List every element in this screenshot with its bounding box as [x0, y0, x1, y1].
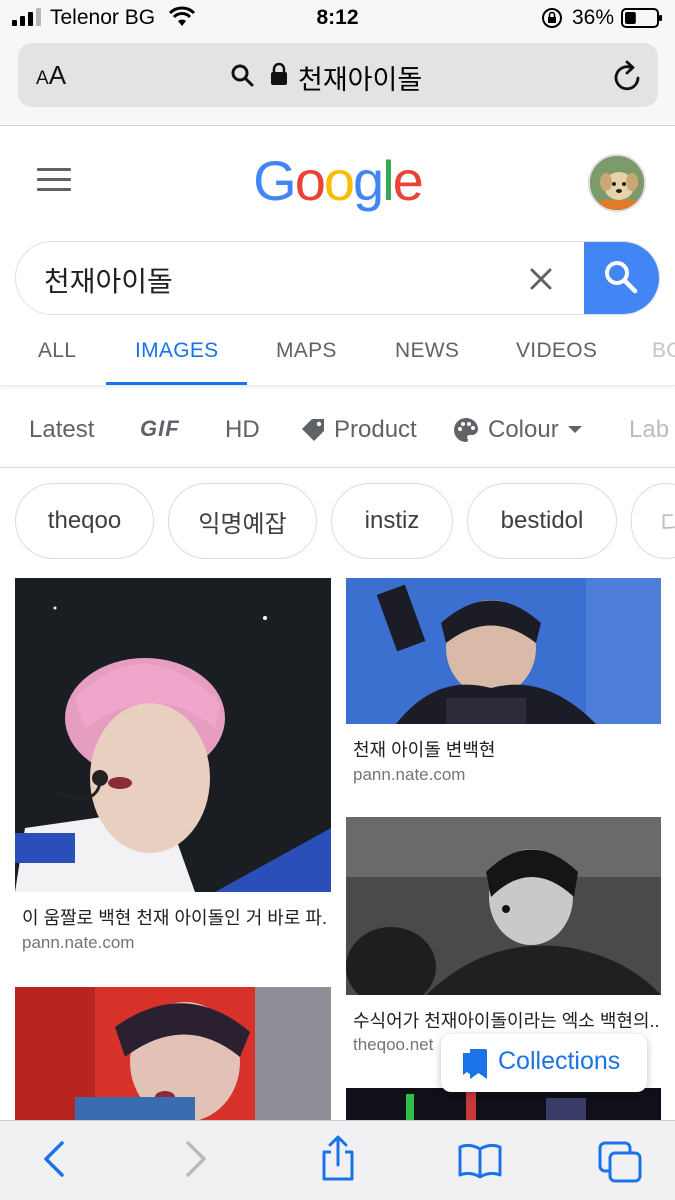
related-searches: theqoo 익명예잡 instiz bestidol 디	[0, 483, 675, 559]
image-result[interactable]: 이 움짤로 백현 천재 아이돌인 거 바로 파... pann.nate.com	[15, 578, 331, 958]
tab-images[interactable]: IMAGES	[135, 339, 218, 363]
filter-latest[interactable]: Latest	[29, 416, 94, 444]
search-icon	[231, 64, 254, 87]
address-bar[interactable]: AA 천재아이돌	[18, 43, 658, 107]
text-size-button[interactable]: AA	[36, 60, 66, 91]
bookmark-icon	[463, 1049, 487, 1079]
search-tabs: ALL IMAGES MAPS NEWS VIDEOS BO	[0, 322, 675, 386]
collections-button[interactable]: Collections	[441, 1034, 647, 1092]
result-source: theqoo.net	[353, 1035, 434, 1054]
tag-icon	[302, 419, 324, 441]
filter-bar: Latest GIF HD Product Colour Lab	[0, 396, 675, 468]
tab-all[interactable]: ALL	[38, 339, 76, 363]
tab-news[interactable]: NEWS	[395, 339, 459, 363]
palette-icon	[454, 418, 478, 442]
address-text: 천재아이돌	[298, 65, 423, 95]
result-title[interactable]: 천재 아이돌 변백현	[353, 736, 658, 762]
chevron-left-icon[interactable]	[40, 1139, 70, 1179]
browser-toolbar	[0, 1120, 675, 1200]
filter-gif[interactable]: GIF	[140, 416, 180, 442]
result-thumbnail[interactable]	[15, 578, 331, 892]
close-icon[interactable]	[526, 264, 556, 294]
filter-product[interactable]: Product	[300, 416, 417, 444]
tab-videos[interactable]: VIDEOS	[516, 339, 597, 363]
battery-percent: 36%	[572, 6, 615, 29]
result-title[interactable]: 수식어가 천재아이돌이라는 엑소 백현의...	[353, 1007, 658, 1033]
rotation-lock-icon	[542, 8, 562, 28]
tab-books[interactable]: BO	[652, 339, 675, 363]
result-source: pann.nate.com	[353, 765, 466, 784]
result-thumbnail[interactable]	[346, 578, 661, 724]
filter-hd[interactable]: HD	[225, 416, 260, 444]
related-chip[interactable]: theqoo	[15, 483, 154, 559]
logo-letter: e	[392, 149, 424, 212]
image-result[interactable]: 수식어가 천재아이돌이라는 엑소 백현의... theqoo.net	[346, 817, 661, 1057]
lock-icon	[271, 62, 287, 85]
battery-icon	[621, 8, 662, 28]
filter-labels[interactable]: Lab	[629, 416, 669, 444]
tabs-icon[interactable]	[598, 1141, 642, 1183]
image-result[interactable]	[346, 1088, 661, 1120]
tab-maps[interactable]: MAPS	[276, 339, 337, 363]
related-chip[interactable]: 익명예잡	[168, 483, 317, 559]
status-bar: Telenor BG 8:12 36%	[0, 0, 675, 38]
result-source: pann.nate.com	[22, 933, 135, 952]
result-thumbnail[interactable]	[15, 987, 331, 1120]
filter-colour[interactable]: Colour	[452, 416, 583, 444]
logo-letter: l	[382, 149, 395, 212]
result-title[interactable]: 이 움짤로 백현 천재 아이돌인 거 바로 파...	[22, 904, 327, 930]
chevron-right-icon[interactable]	[180, 1139, 210, 1179]
reload-icon[interactable]	[613, 60, 643, 92]
related-chip[interactable]: 디	[631, 483, 675, 559]
logo-letter: o	[294, 149, 326, 212]
image-result[interactable]	[15, 987, 331, 1120]
search-box[interactable]: 천재아이돌	[15, 241, 660, 315]
result-thumbnail[interactable]	[346, 1088, 661, 1120]
share-icon[interactable]	[318, 1135, 358, 1183]
related-chip[interactable]: instiz	[331, 483, 453, 559]
google-logo[interactable]: Google	[0, 148, 675, 213]
book-icon[interactable]	[458, 1143, 502, 1179]
related-chip[interactable]: bestidol	[467, 483, 617, 559]
caret-down-icon	[567, 426, 582, 433]
image-result[interactable]: 천재 아이돌 변백현 pann.nate.com	[346, 578, 661, 788]
active-tab-indicator	[106, 382, 247, 385]
search-input[interactable]: 천재아이돌	[44, 260, 173, 300]
logo-letter: G	[253, 149, 297, 212]
avatar[interactable]	[588, 154, 646, 212]
logo-letter: g	[353, 149, 384, 212]
browser-address-area: AA 천재아이돌	[0, 38, 675, 126]
collections-label: Collections	[498, 1047, 621, 1075]
search-icon	[605, 261, 638, 294]
search-button[interactable]	[584, 242, 659, 314]
result-thumbnail[interactable]	[346, 817, 661, 995]
logo-letter: o	[323, 149, 355, 212]
